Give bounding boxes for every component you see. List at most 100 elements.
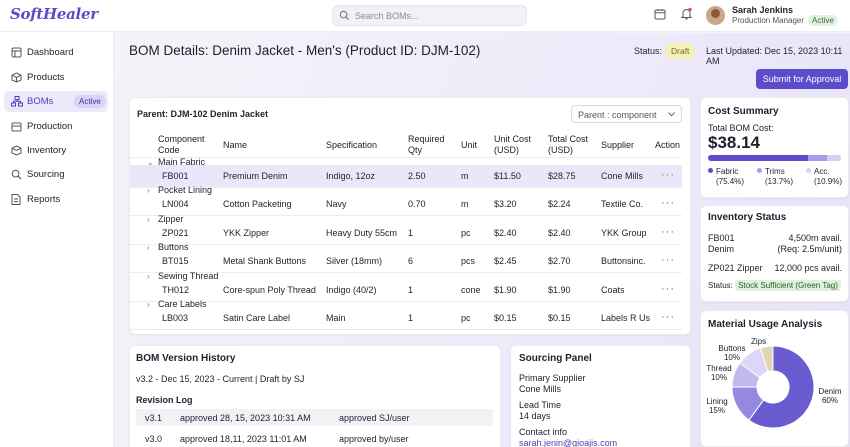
- cube-icon: [11, 145, 22, 156]
- cell-name: Cotton Packeting: [223, 199, 292, 210]
- bell-icon[interactable]: [680, 7, 693, 20]
- more-actions-icon[interactable]: ···: [661, 283, 675, 295]
- revision-log-title: Revision Log: [136, 395, 193, 405]
- cell-supplier: YKK Group: [601, 227, 647, 238]
- sidebar-item-sourcing[interactable]: Sourcing: [4, 164, 108, 185]
- sidebar-item-production[interactable]: Production: [4, 116, 108, 137]
- parent-label: Parent: DJM-102 Denim Jacket: [137, 109, 269, 119]
- table-row[interactable]: BT015 Metal Shank Buttons Silver (18mm) 6 pc…: [130, 250, 682, 272]
- cost-bar-fabric: [708, 155, 809, 161]
- revision-row[interactable]: v3.0 approved 18,11, 2023 11:01 AM appro…: [136, 430, 493, 447]
- factory-icon: [11, 122, 22, 132]
- cell-spec: Main: [326, 313, 346, 323]
- submit-approval-button[interactable]: Submit for Approval: [756, 69, 848, 89]
- inventory-item-available: 4,500m avail.: [788, 233, 842, 243]
- cell-unit: m: [461, 199, 469, 210]
- sidebar-item-inventory[interactable]: Inventory: [4, 140, 108, 161]
- contact-info-label: Contact info: [519, 427, 568, 437]
- parent-component-select[interactable]: Parent : component: [571, 105, 682, 123]
- table-row[interactable]: LB003 Satin Care Label Main 1 pc $0.15 $0.15 La…: [130, 307, 682, 329]
- cell-name: Premium Denim: [223, 171, 288, 181]
- status-label: Status:: [634, 46, 663, 56]
- user-name: Sarah Jenkins: [732, 5, 794, 15]
- active-badge: Active: [74, 95, 106, 108]
- revision-row[interactable]: v3.1 approved 28, 15, 2023 10:31 AM appr…: [136, 409, 493, 426]
- col-header-unit-cost[interactable]: Unit Cost (USD): [494, 134, 540, 156]
- cell-code: LN004: [162, 199, 189, 210]
- version-history-title: BOM Version History: [136, 353, 236, 364]
- sidebar-item-reports[interactable]: Reports: [4, 189, 108, 210]
- sidebar-item-label: BOMs: [27, 96, 54, 107]
- col-header-name[interactable]: Name: [223, 140, 247, 151]
- cell-qty: 2.50: [408, 171, 426, 181]
- select-value: Parent : component: [578, 110, 657, 120]
- inventory-item-required: (Req: 2.5m/unit): [777, 244, 842, 254]
- cell-ucost: $2.45: [494, 256, 517, 267]
- avatar[interactable]: [706, 6, 725, 25]
- cell-qty: 6: [408, 256, 414, 267]
- cell-qty: 1: [408, 313, 414, 323]
- cell-supplier: Cone Mills: [601, 171, 644, 181]
- cell-ucost: $11.50: [494, 171, 521, 181]
- row-divider: [130, 215, 682, 217]
- cell-name: YKK Zipper: [223, 227, 270, 238]
- sidebar-item-products[interactable]: Products: [4, 67, 108, 88]
- sidebar-item-dashboard[interactable]: Dashboard: [4, 42, 108, 63]
- cell-qty: 0.70: [408, 199, 426, 210]
- cell-code: TH012: [162, 284, 190, 295]
- more-actions-icon[interactable]: ···: [661, 226, 675, 238]
- table-row[interactable]: LN004 Cotton Packeting Navy 0.70 m $3.20 $2.24…: [130, 193, 682, 215]
- cell-unit: m: [461, 171, 469, 181]
- col-header-supplier[interactable]: Supplier: [601, 140, 634, 151]
- pie-label-denim: Denim 60%: [818, 387, 842, 405]
- col-header-qty[interactable]: Required Qty: [408, 134, 453, 156]
- more-actions-icon[interactable]: ···: [661, 311, 675, 323]
- more-actions-icon[interactable]: ···: [661, 197, 675, 209]
- cell-spec: Navy: [326, 199, 347, 210]
- material-usage-title: Material Usage Analysis: [708, 319, 823, 330]
- col-header-code[interactable]: Component Code: [158, 134, 218, 156]
- table-row[interactable]: FB001 Premium Denim Indigo, 12oz 2.50 m $11.5…: [130, 165, 682, 187]
- row-divider: [130, 300, 682, 302]
- cell-tcost: $1.90: [548, 284, 571, 295]
- col-header-action[interactable]: Action: [655, 140, 680, 151]
- col-header-spec[interactable]: Specification: [326, 140, 377, 151]
- pie-label-zips: Zips: [751, 337, 767, 346]
- user-status-badge: Active: [808, 15, 838, 26]
- cost-bar-trims: [808, 155, 827, 161]
- col-header-total-cost[interactable]: Total Cost (USD): [548, 134, 594, 156]
- table-row[interactable]: ZP021 YKK Zipper Heavy Duty 55cm 1 pc $2.40 $2…: [130, 222, 682, 244]
- cell-name: Metal Shank Buttons: [223, 256, 307, 267]
- contact-email-link[interactable]: sarah.jenin@gioajis.com: [519, 438, 617, 447]
- header-divider: [130, 157, 682, 158]
- search-icon: [11, 169, 22, 180]
- row-divider: [130, 187, 682, 188]
- cell-ucost: $3.20: [494, 199, 517, 210]
- sidebar-item-label: Production: [27, 121, 73, 132]
- legend-dot: [806, 168, 811, 173]
- app-logo[interactable]: SoftHealer: [10, 5, 98, 23]
- search-input[interactable]: Search BOMs...: [332, 5, 527, 26]
- sidebar-item-label: Reports: [27, 194, 61, 205]
- cell-name: Core-spun Poly Thread: [223, 284, 316, 295]
- table-row[interactable]: TH012 Core-spun Poly Thread Indigo (40/2) 1…: [130, 279, 682, 301]
- legend-accessories: Acc. (10.9%): [806, 167, 842, 187]
- sidebar: Dashboard Products BOMs Active Productio…: [0, 32, 114, 447]
- cell-qty: 1: [408, 284, 414, 295]
- grid-icon: [11, 47, 22, 58]
- cost-summary-title: Cost Summary: [708, 106, 779, 117]
- sidebar-item-boms[interactable]: BOMs Active: [4, 91, 108, 112]
- box-icon: [11, 72, 22, 83]
- sidebar-item-label: Sourcing: [27, 169, 65, 180]
- calendar-icon[interactable]: [654, 8, 666, 20]
- cell-code: FB001: [162, 171, 189, 181]
- search-icon: [339, 10, 350, 21]
- sourcing-panel-title: Sourcing Panel: [519, 353, 592, 364]
- more-actions-icon[interactable]: ···: [661, 254, 675, 266]
- status-tag: Stock Sufficient (Green Tag): [735, 280, 841, 291]
- cell-supplier: Coats: [601, 284, 625, 295]
- cell-tcost: $2.40: [548, 227, 571, 238]
- sidebar-item-label: Products: [27, 72, 65, 83]
- col-header-unit[interactable]: Unit: [461, 140, 477, 151]
- more-actions-icon[interactable]: ···: [661, 169, 675, 181]
